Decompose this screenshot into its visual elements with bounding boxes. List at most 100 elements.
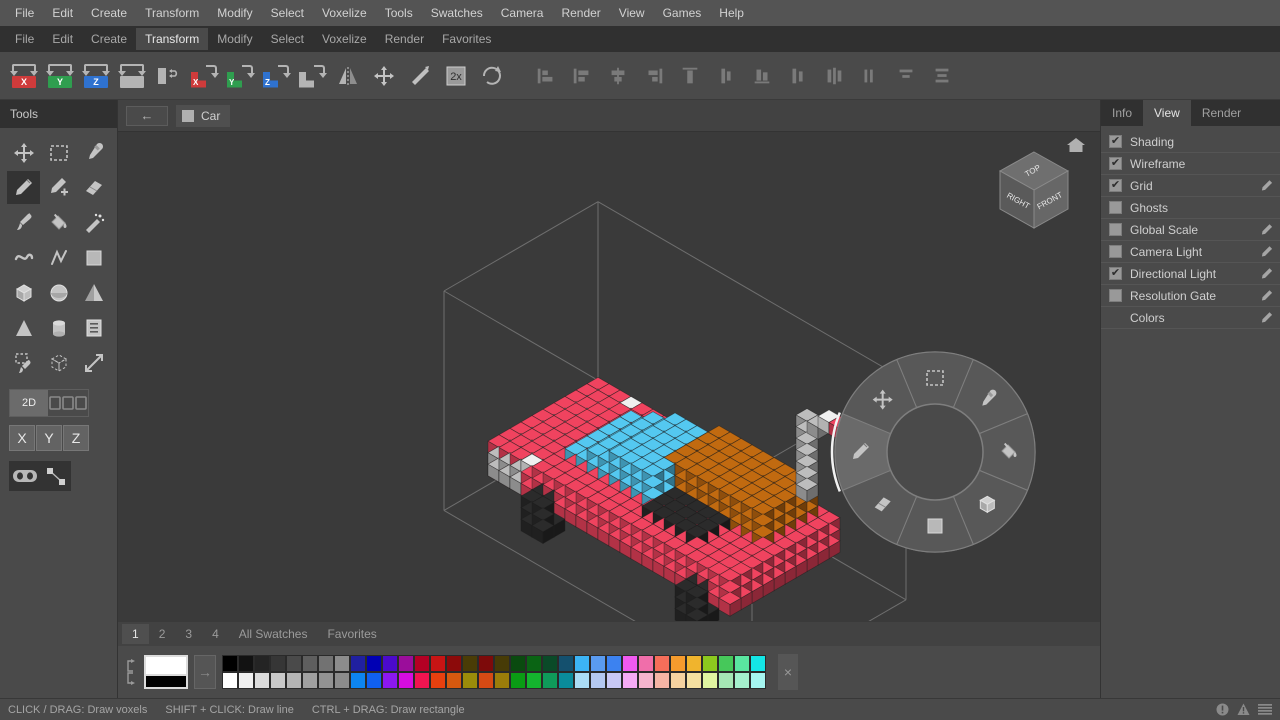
palette-swatch[interactable] [542, 672, 558, 689]
palette-swatch[interactable] [510, 655, 526, 672]
palette-swatch[interactable] [478, 672, 494, 689]
transform-box-tool[interactable] [42, 346, 75, 379]
sub-menu-voxelize[interactable]: Voxelize [313, 28, 376, 50]
palette-swatch[interactable] [398, 655, 414, 672]
checkbox-resolution-gate[interactable] [1109, 289, 1122, 302]
double-size-icon[interactable]: 2x [440, 60, 472, 92]
primary-color[interactable] [146, 657, 186, 674]
palette-swatch[interactable] [654, 655, 670, 672]
palette-swatch[interactable] [238, 672, 254, 689]
main-menu-select[interactable]: Select [262, 2, 313, 24]
sphere-tool[interactable] [42, 276, 75, 309]
properties-tab-render[interactable]: Render [1191, 100, 1252, 126]
main-menu-tools[interactable]: Tools [376, 2, 422, 24]
properties-tab-info[interactable]: Info [1101, 100, 1143, 126]
palette-swatch[interactable] [510, 672, 526, 689]
select-paint-tool[interactable] [7, 346, 40, 379]
view-option-resolution-gate[interactable]: Resolution Gate [1101, 285, 1280, 307]
pencil-tool[interactable] [7, 171, 40, 204]
align-button-1[interactable] [530, 60, 562, 92]
palette-swatch[interactable] [542, 655, 558, 672]
main-menu-swatches[interactable]: Swatches [422, 2, 492, 24]
palette-swatch[interactable] [638, 672, 654, 689]
view-option-ghosts[interactable]: Ghosts [1101, 197, 1280, 219]
scale-tool[interactable] [77, 346, 110, 379]
palette-swatch[interactable] [670, 672, 686, 689]
palette-swatch[interactable] [382, 655, 398, 672]
align-button-12[interactable] [926, 60, 958, 92]
palette-swatch[interactable] [590, 655, 606, 672]
edit-pencil-icon[interactable] [1260, 267, 1274, 281]
axis-button-z[interactable]: Z [63, 425, 89, 451]
secondary-color[interactable] [146, 674, 186, 687]
back-button[interactable]: ← [126, 106, 168, 126]
swatch-tab-4[interactable]: 4 [202, 624, 229, 644]
flip-x-icon[interactable]: X [8, 60, 40, 92]
checkbox-shading[interactable] [1109, 135, 1122, 148]
align-button-6[interactable] [710, 60, 742, 92]
layers-tool[interactable] [77, 311, 110, 344]
main-menu-help[interactable]: Help [710, 2, 753, 24]
view-option-colors[interactable]: Colors [1101, 307, 1280, 329]
palette-swatch[interactable] [606, 672, 622, 689]
select-tool[interactable] [42, 136, 75, 169]
edit-pencil-icon[interactable] [1260, 245, 1274, 259]
palette-swatch[interactable] [222, 672, 238, 689]
main-menu-file[interactable]: File [6, 2, 43, 24]
checkbox-grid[interactable] [1109, 179, 1122, 192]
sub-menu-file[interactable]: File [6, 28, 43, 50]
move-icon[interactable] [368, 60, 400, 92]
palette-swatch[interactable] [334, 672, 350, 689]
flip-y-icon[interactable]: Y [44, 60, 76, 92]
palette-swatch[interactable] [526, 672, 542, 689]
magic-wand-tool[interactable] [77, 206, 110, 239]
palette-swatch[interactable] [622, 655, 638, 672]
palette-swatch[interactable] [350, 655, 366, 672]
sub-menu-select[interactable]: Select [262, 28, 313, 50]
main-menu-transform[interactable]: Transform [136, 2, 208, 24]
view-option-grid[interactable]: Grid [1101, 175, 1280, 197]
main-menu-render[interactable]: Render [552, 2, 609, 24]
box-icon[interactable] [980, 496, 994, 512]
palette-swatch[interactable] [318, 655, 334, 672]
view-option-shading[interactable]: Shading [1101, 131, 1280, 153]
swatch-tab-favorites[interactable]: Favorites [317, 624, 386, 644]
palette-swatch[interactable] [446, 672, 462, 689]
swatch-tab-1[interactable]: 1 [122, 624, 149, 644]
main-menu-games[interactable]: Games [654, 2, 711, 24]
checkbox-ghosts[interactable] [1109, 201, 1122, 214]
main-menu-modify[interactable]: Modify [208, 2, 261, 24]
palette-swatch[interactable] [478, 655, 494, 672]
palette-swatch[interactable] [734, 672, 750, 689]
palette-swatch[interactable] [750, 672, 766, 689]
palette-swatch[interactable] [718, 655, 734, 672]
palette-swatch[interactable] [702, 672, 718, 689]
mode-2d-button[interactable]: 2D [10, 390, 48, 416]
palette-swatch[interactable] [686, 672, 702, 689]
rotate-none-icon[interactable] [296, 60, 328, 92]
palette-swatch[interactable] [638, 655, 654, 672]
view-option-wireframe[interactable]: Wireframe [1101, 153, 1280, 175]
square-tool[interactable] [77, 241, 110, 274]
spin-icon[interactable] [476, 60, 508, 92]
palette-swatch[interactable] [414, 655, 430, 672]
align-button-10[interactable] [854, 60, 886, 92]
sub-menu-transform[interactable]: Transform [136, 28, 208, 50]
rotate-z-icon[interactable]: Z [260, 60, 292, 92]
cylinder-tool[interactable] [42, 311, 75, 344]
flip-none-icon[interactable] [116, 60, 148, 92]
palette-swatch[interactable] [622, 672, 638, 689]
radial-tool-menu[interactable] [830, 347, 1040, 557]
align-button-8[interactable] [782, 60, 814, 92]
palette-swatch[interactable] [302, 672, 318, 689]
palette-swatch[interactable] [494, 655, 510, 672]
palette-swatch[interactable] [318, 672, 334, 689]
swatch-tab-all-swatches[interactable]: All Swatches [229, 624, 318, 644]
palette-swatch[interactable] [606, 655, 622, 672]
palette-swatch[interactable] [270, 672, 286, 689]
apply-color-button[interactable]: → [194, 655, 216, 689]
edit-pencil-icon[interactable] [1260, 311, 1274, 325]
rotate-y-icon[interactable]: Y [224, 60, 256, 92]
mask-icon[interactable] [9, 461, 40, 491]
swatch-tab-2[interactable]: 2 [149, 624, 176, 644]
